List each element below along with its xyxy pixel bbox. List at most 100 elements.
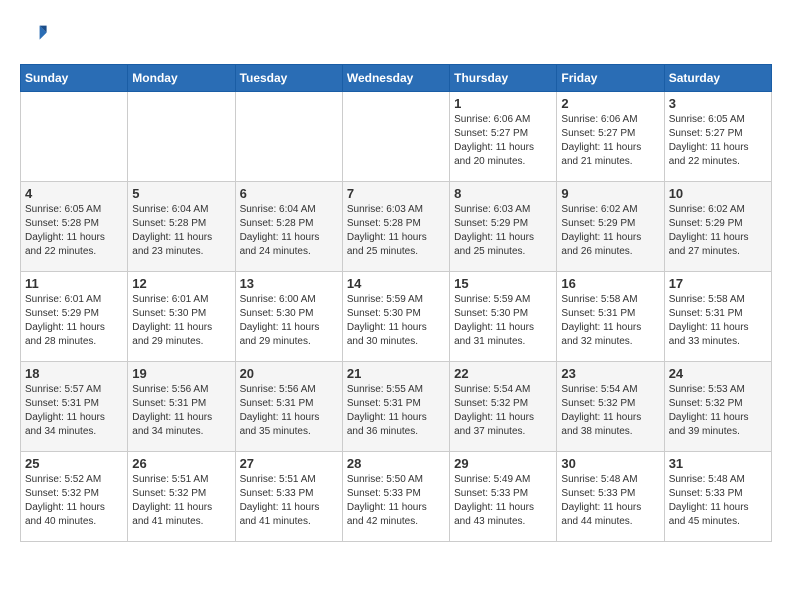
day-number: 27 xyxy=(240,456,338,471)
calendar-day-cell: 28 Sunrise: 5:50 AM Sunset: 5:33 PM Dayli… xyxy=(342,452,449,542)
day-number: 11 xyxy=(25,276,123,291)
day-number: 8 xyxy=(454,186,552,201)
calendar-day-cell xyxy=(128,92,235,182)
calendar-day-cell: 15 Sunrise: 5:59 AM Sunset: 5:30 PM Dayli… xyxy=(450,272,557,362)
day-number: 26 xyxy=(132,456,230,471)
day-info: Sunrise: 5:55 AM Sunset: 5:31 PM Dayligh… xyxy=(347,383,445,439)
day-number: 9 xyxy=(561,186,659,201)
calendar-day-cell: 21 Sunrise: 5:55 AM Sunset: 5:31 PM Dayli… xyxy=(342,362,449,452)
day-info: Sunrise: 6:04 AM Sunset: 5:28 PM Dayligh… xyxy=(240,203,338,259)
calendar-day-cell: 3Sunrise: 6:05 AM Sunset: 5:27 PM Daylig… xyxy=(664,92,771,182)
calendar-day-cell: 9 Sunrise: 6:02 AM Sunset: 5:29 PM Daylig… xyxy=(557,182,664,272)
calendar-day-cell: 4Sunrise: 6:05 AM Sunset: 5:28 PM Daylig… xyxy=(21,182,128,272)
logo-icon xyxy=(20,20,48,48)
day-number: 19 xyxy=(132,366,230,381)
calendar-day-cell: 2 Sunrise: 6:06 AM Sunset: 5:27 PM Daylig… xyxy=(557,92,664,182)
calendar-day-cell: 25 Sunrise: 5:52 AM Sunset: 5:32 PM Dayli… xyxy=(21,452,128,542)
day-number: 22 xyxy=(454,366,552,381)
day-number: 30 xyxy=(561,456,659,471)
day-number: 31 xyxy=(669,456,767,471)
day-info: Sunrise: 5:48 AM Sunset: 5:33 PM Dayligh… xyxy=(561,473,659,529)
day-info: Sunrise: 6:04 AM Sunset: 5:28 PM Dayligh… xyxy=(132,203,230,259)
weekday-header: Monday xyxy=(128,65,235,92)
day-info: Sunrise: 5:50 AM Sunset: 5:33 PM Dayligh… xyxy=(347,473,445,529)
day-info: Sunrise: 6:02 AM Sunset: 5:29 PM Dayligh… xyxy=(561,203,659,259)
day-number: 21 xyxy=(347,366,445,381)
day-info: Sunrise: 5:59 AM Sunset: 5:30 PM Dayligh… xyxy=(454,293,552,349)
calendar-day-cell: 18 Sunrise: 5:57 AM Sunset: 5:31 PM Dayli… xyxy=(21,362,128,452)
day-number: 25 xyxy=(25,456,123,471)
logo xyxy=(20,20,52,48)
day-info: Sunrise: 5:53 AM Sunset: 5:32 PM Dayligh… xyxy=(669,383,767,439)
day-number: 12 xyxy=(132,276,230,291)
day-info: Sunrise: 6:01 AM Sunset: 5:30 PM Dayligh… xyxy=(132,293,230,349)
calendar-day-cell: 12 Sunrise: 6:01 AM Sunset: 5:30 PM Dayli… xyxy=(128,272,235,362)
calendar-week-row: 4Sunrise: 6:05 AM Sunset: 5:28 PM Daylig… xyxy=(21,182,772,272)
day-info: Sunrise: 5:59 AM Sunset: 5:30 PM Dayligh… xyxy=(347,293,445,349)
day-number: 17 xyxy=(669,276,767,291)
day-number: 3 xyxy=(669,96,767,111)
day-number: 7 xyxy=(347,186,445,201)
weekday-header: Wednesday xyxy=(342,65,449,92)
calendar-day-cell: 1 Sunrise: 6:06 AM Sunset: 5:27 PM Daylig… xyxy=(450,92,557,182)
calendar-day-cell: 29 Sunrise: 5:49 AM Sunset: 5:33 PM Dayli… xyxy=(450,452,557,542)
day-info: Sunrise: 6:00 AM Sunset: 5:30 PM Dayligh… xyxy=(240,293,338,349)
calendar-day-cell: 5Sunrise: 6:04 AM Sunset: 5:28 PM Daylig… xyxy=(128,182,235,272)
calendar-day-cell: 16 Sunrise: 5:58 AM Sunset: 5:31 PM Dayli… xyxy=(557,272,664,362)
calendar-day-cell: 14 Sunrise: 5:59 AM Sunset: 5:30 PM Dayli… xyxy=(342,272,449,362)
day-info: Sunrise: 5:51 AM Sunset: 5:32 PM Dayligh… xyxy=(132,473,230,529)
calendar-day-cell: 22 Sunrise: 5:54 AM Sunset: 5:32 PM Dayli… xyxy=(450,362,557,452)
day-info: Sunrise: 5:58 AM Sunset: 5:31 PM Dayligh… xyxy=(561,293,659,349)
calendar-table: SundayMondayTuesdayWednesdayThursdayFrid… xyxy=(20,64,772,542)
calendar-day-cell xyxy=(342,92,449,182)
calendar-day-cell xyxy=(235,92,342,182)
day-info: Sunrise: 5:54 AM Sunset: 5:32 PM Dayligh… xyxy=(561,383,659,439)
day-info: Sunrise: 6:03 AM Sunset: 5:29 PM Dayligh… xyxy=(454,203,552,259)
calendar-day-cell: 23Sunrise: 5:54 AM Sunset: 5:32 PM Dayli… xyxy=(557,362,664,452)
day-info: Sunrise: 5:56 AM Sunset: 5:31 PM Dayligh… xyxy=(240,383,338,439)
weekday-header: Tuesday xyxy=(235,65,342,92)
calendar-day-cell: 6Sunrise: 6:04 AM Sunset: 5:28 PM Daylig… xyxy=(235,182,342,272)
calendar-day-cell: 11 Sunrise: 6:01 AM Sunset: 5:29 PM Dayli… xyxy=(21,272,128,362)
day-number: 13 xyxy=(240,276,338,291)
calendar-week-row: 18 Sunrise: 5:57 AM Sunset: 5:31 PM Dayli… xyxy=(21,362,772,452)
day-number: 28 xyxy=(347,456,445,471)
calendar-week-row: 25 Sunrise: 5:52 AM Sunset: 5:32 PM Dayli… xyxy=(21,452,772,542)
day-info: Sunrise: 6:06 AM Sunset: 5:27 PM Dayligh… xyxy=(561,113,659,169)
calendar-day-cell: 26 Sunrise: 5:51 AM Sunset: 5:32 PM Dayli… xyxy=(128,452,235,542)
day-info: Sunrise: 5:52 AM Sunset: 5:32 PM Dayligh… xyxy=(25,473,123,529)
day-number: 15 xyxy=(454,276,552,291)
day-info: Sunrise: 5:57 AM Sunset: 5:31 PM Dayligh… xyxy=(25,383,123,439)
page-header xyxy=(20,20,772,48)
weekday-header: Thursday xyxy=(450,65,557,92)
calendar-day-cell: 8 Sunrise: 6:03 AM Sunset: 5:29 PM Daylig… xyxy=(450,182,557,272)
calendar-day-cell: 30 Sunrise: 5:48 AM Sunset: 5:33 PM Dayli… xyxy=(557,452,664,542)
calendar-week-row: 1 Sunrise: 6:06 AM Sunset: 5:27 PM Daylig… xyxy=(21,92,772,182)
day-number: 20 xyxy=(240,366,338,381)
weekday-header: Sunday xyxy=(21,65,128,92)
day-number: 24 xyxy=(669,366,767,381)
day-number: 4 xyxy=(25,186,123,201)
calendar-week-row: 11 Sunrise: 6:01 AM Sunset: 5:29 PM Dayli… xyxy=(21,272,772,362)
day-number: 10 xyxy=(669,186,767,201)
day-info: Sunrise: 6:01 AM Sunset: 5:29 PM Dayligh… xyxy=(25,293,123,349)
day-number: 29 xyxy=(454,456,552,471)
calendar-day-cell: 17 Sunrise: 5:58 AM Sunset: 5:31 PM Dayli… xyxy=(664,272,771,362)
day-number: 18 xyxy=(25,366,123,381)
calendar-day-cell: 27 Sunrise: 5:51 AM Sunset: 5:33 PM Dayli… xyxy=(235,452,342,542)
day-info: Sunrise: 5:51 AM Sunset: 5:33 PM Dayligh… xyxy=(240,473,338,529)
day-number: 2 xyxy=(561,96,659,111)
day-info: Sunrise: 6:06 AM Sunset: 5:27 PM Dayligh… xyxy=(454,113,552,169)
day-info: Sunrise: 5:49 AM Sunset: 5:33 PM Dayligh… xyxy=(454,473,552,529)
calendar-day-cell: 31Sunrise: 5:48 AM Sunset: 5:33 PM Dayli… xyxy=(664,452,771,542)
day-number: 16 xyxy=(561,276,659,291)
day-info: Sunrise: 6:03 AM Sunset: 5:28 PM Dayligh… xyxy=(347,203,445,259)
day-number: 14 xyxy=(347,276,445,291)
calendar-day-cell: 19Sunrise: 5:56 AM Sunset: 5:31 PM Dayli… xyxy=(128,362,235,452)
calendar-day-cell: 24 Sunrise: 5:53 AM Sunset: 5:32 PM Dayli… xyxy=(664,362,771,452)
calendar-day-cell xyxy=(21,92,128,182)
day-number: 1 xyxy=(454,96,552,111)
weekday-header: Friday xyxy=(557,65,664,92)
day-info: Sunrise: 5:54 AM Sunset: 5:32 PM Dayligh… xyxy=(454,383,552,439)
day-info: Sunrise: 5:58 AM Sunset: 5:31 PM Dayligh… xyxy=(669,293,767,349)
